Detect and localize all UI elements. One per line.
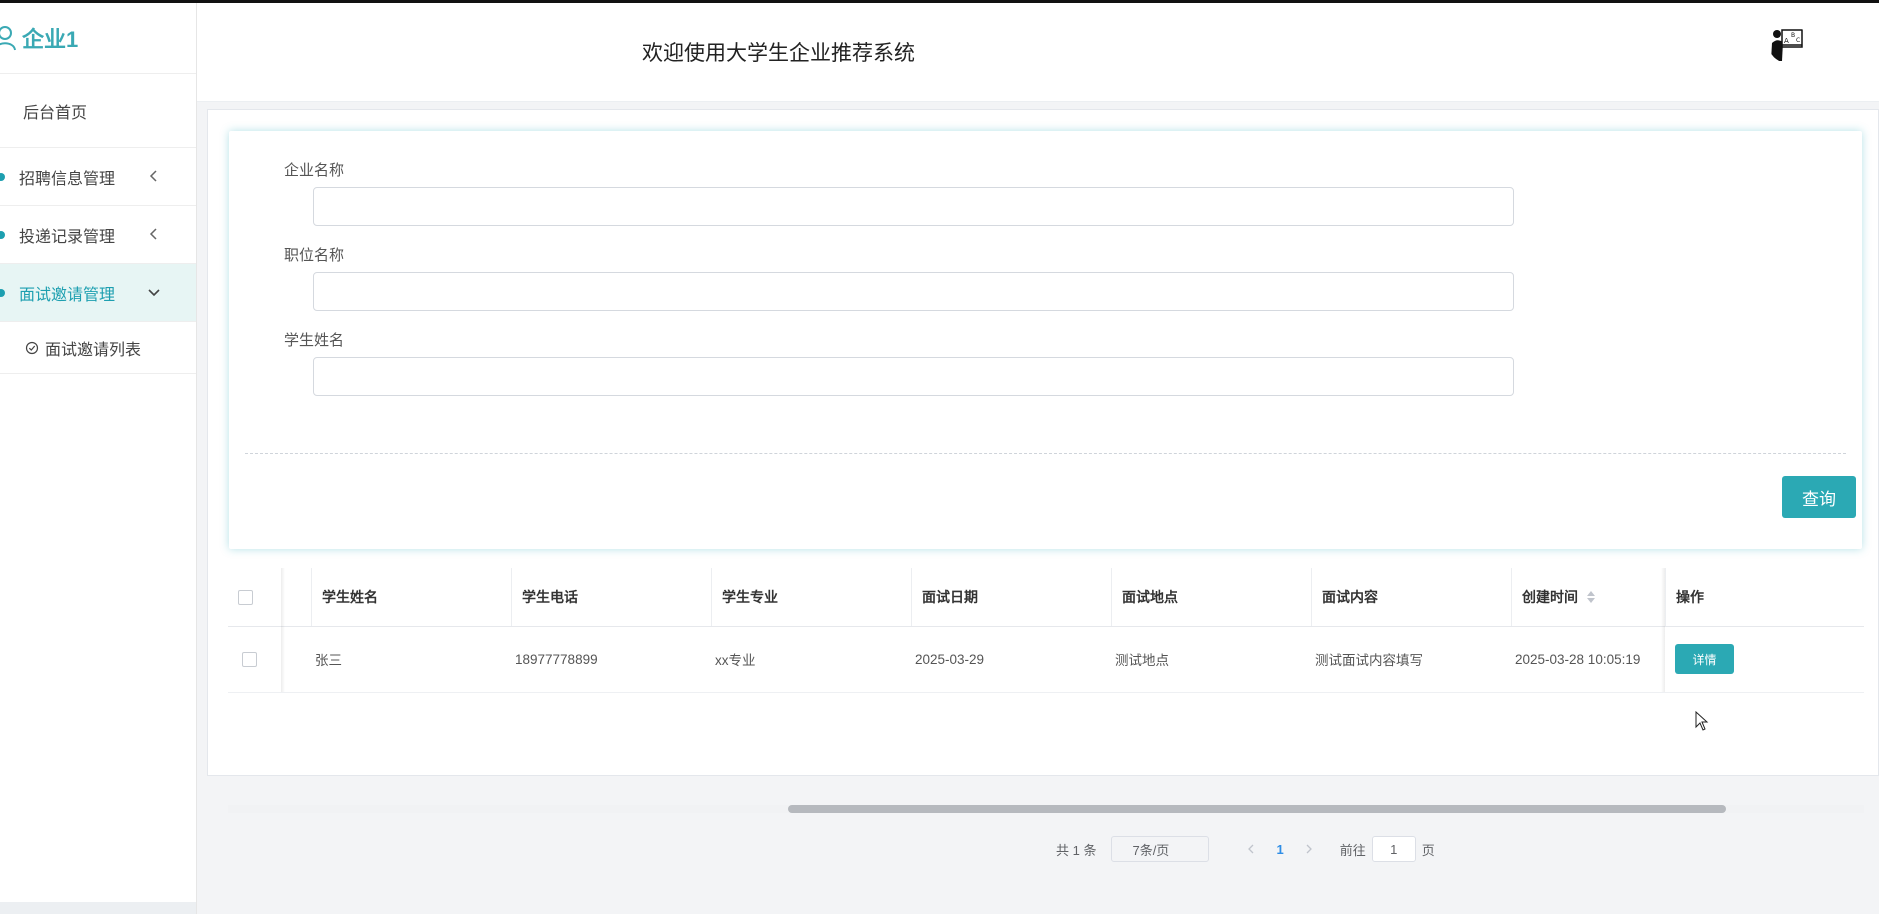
select-all-cell	[238, 568, 258, 626]
column-header: 操作	[1665, 568, 1864, 626]
goto-page-input[interactable]	[1371, 836, 1416, 862]
mouse-cursor-icon	[1695, 711, 1709, 731]
cell-student-phone: 18977778899	[515, 651, 598, 667]
prev-page-icon[interactable]	[1246, 844, 1256, 854]
menu-dot-icon	[0, 288, 5, 297]
chevron-left-icon	[149, 228, 157, 240]
query-button[interactable]: 查询	[1782, 476, 1856, 518]
sidebar-item-label: 面试邀请管理	[19, 286, 116, 304]
column-header-created[interactable]: 创建时间	[1511, 568, 1659, 626]
chevron-down-icon	[148, 289, 160, 297]
sidebar-footer	[0, 902, 196, 914]
company-name-label: 企业名称	[284, 162, 345, 179]
cell-interview-content: 测试面试内容填写	[1315, 653, 1423, 668]
sidebar-item-recruitment[interactable]: 招聘信息管理	[0, 148, 196, 206]
avatar-image: A B C	[1769, 24, 1807, 62]
sidebar-item-interviews[interactable]: 面试邀请管理	[0, 264, 196, 322]
horizontal-scrollbar[interactable]	[228, 805, 1864, 813]
page-size-value: 7条/页	[1132, 842, 1170, 858]
cell-student-name: 张三	[315, 653, 342, 668]
select-all-checkbox[interactable]	[238, 589, 253, 605]
menu-dot-icon	[0, 230, 5, 239]
sidebar-item-home[interactable]: 后台首页	[0, 74, 196, 148]
interview-table: 学生姓名 学生电话 学生专业 面试日期 面试地点 面试内容 创建时间 操作 张三…	[228, 568, 1864, 693]
cell-actions: 详情	[1675, 626, 1825, 692]
position-name-label: 职位名称	[284, 247, 345, 264]
student-name-input[interactable]	[313, 357, 1514, 396]
pagination-total: 共 1 条	[1056, 842, 1097, 858]
scrollbar-thumb[interactable]	[788, 805, 1726, 813]
detail-button[interactable]: 详情	[1675, 644, 1734, 674]
row-select-cell	[242, 626, 262, 692]
page-suffix: 页	[1421, 842, 1435, 858]
column-header[interactable]: 学生电话	[511, 568, 711, 626]
table-row: 张三 18977778899 xx专业 2025-03-29 测试地点 测试面试…	[228, 626, 1864, 693]
fixed-column-shadow	[281, 568, 285, 692]
sidebar-item-label: 后台首页	[23, 104, 88, 122]
main-content: 企业名称 职位名称 学生姓名 查询 学生姓名 学生电话 学生专业 面试日期 面试…	[207, 109, 1879, 862]
header: 欢迎使用大学生企业推荐系统 A B C	[197, 3, 1879, 102]
goto-label: 前往	[1339, 842, 1366, 858]
page-title: 欢迎使用大学生企业推荐系统	[642, 42, 915, 65]
sidebar-subitem-label: 面试邀请列表	[45, 341, 142, 359]
column-header[interactable]: 学生专业	[711, 568, 911, 626]
cell-created-time: 2025-03-28 10:05:19	[1515, 651, 1641, 667]
fixed-column-shadow	[1661, 568, 1665, 692]
company-name-input[interactable]	[313, 187, 1514, 226]
page-number[interactable]: 1	[1276, 842, 1283, 857]
sidebar: 企业1 后台首页 招聘信息管理 投递记录管理 面试邀请管理 面试邀请列表	[0, 3, 197, 914]
avatar[interactable]: A B C	[1768, 23, 1808, 63]
sidebar-subitem-interview-list[interactable]: 面试邀请列表	[0, 322, 196, 374]
chevron-left-icon	[149, 170, 157, 182]
brand: 企业1	[0, 3, 196, 74]
next-page-icon[interactable]	[1304, 844, 1314, 854]
search-form: 企业名称 职位名称 学生姓名 查询	[229, 131, 1862, 549]
svg-text:A: A	[1784, 37, 1789, 45]
student-name-label: 学生姓名	[284, 332, 345, 349]
table-header: 学生姓名 学生电话 学生专业 面试日期 面试地点 面试内容 创建时间 操作	[228, 568, 1864, 627]
sidebar-item-label: 招聘信息管理	[19, 170, 116, 188]
sort-icon[interactable]	[1586, 590, 1596, 604]
user-icon	[0, 26, 16, 51]
column-header[interactable]: 面试日期	[911, 568, 1111, 626]
form-divider	[245, 453, 1846, 454]
column-header[interactable]: 学生姓名	[311, 568, 511, 626]
sidebar-item-label: 投递记录管理	[19, 228, 116, 246]
row-checkbox[interactable]	[242, 651, 257, 667]
brand-name: 企业1	[22, 27, 79, 52]
svg-text:B: B	[1791, 32, 1795, 39]
column-header[interactable]: 面试内容	[1311, 568, 1511, 626]
menu-dot-icon	[0, 172, 5, 181]
page-size-select[interactable]: 7条/页	[1111, 836, 1210, 862]
column-header-label: 创建时间	[1522, 589, 1578, 605]
sidebar-item-applications[interactable]: 投递记录管理	[0, 206, 196, 264]
cell-student-major: xx专业	[715, 653, 756, 668]
svg-text:C: C	[1796, 37, 1800, 44]
column-header[interactable]: 面试地点	[1111, 568, 1311, 626]
position-name-input[interactable]	[313, 272, 1514, 311]
cell-interview-place: 测试地点	[1115, 653, 1169, 668]
cell-interview-date: 2025-03-29	[915, 651, 985, 667]
pagination: 共 1 条 7条/页 1 前往 页	[1056, 835, 1435, 863]
check-circle-icon	[25, 341, 39, 354]
